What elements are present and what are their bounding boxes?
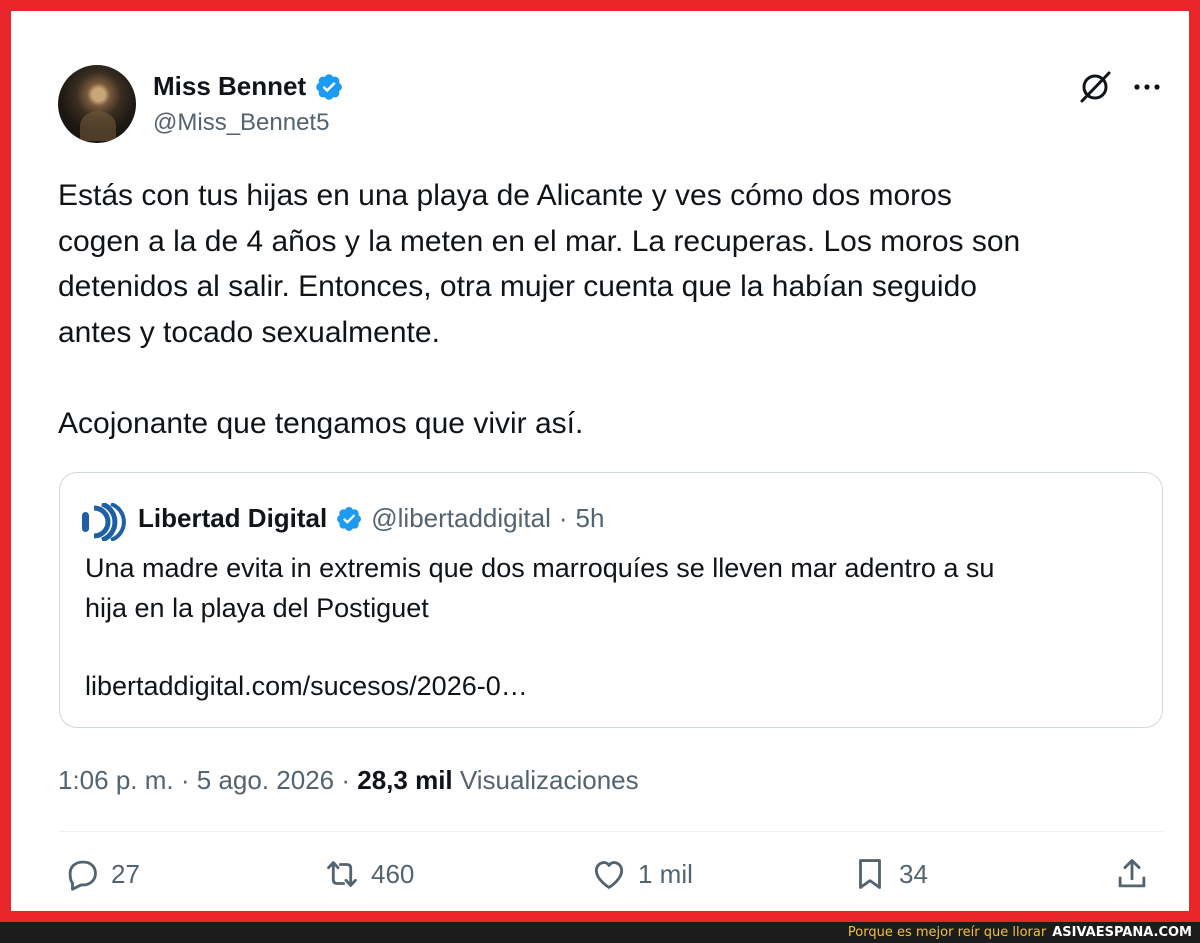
quoted-age: 5h bbox=[575, 503, 605, 533]
retweet-button[interactable]: 460 bbox=[323, 855, 414, 893]
tweet-time[interactable]: 1:06 p. m. bbox=[58, 765, 174, 795]
bookmark-button[interactable]: 34 bbox=[851, 855, 928, 893]
author-display-name[interactable]: Miss Bennet bbox=[153, 71, 306, 102]
quoted-link[interactable]: libertaddigital.com/sucesos/2026-0… bbox=[85, 671, 528, 702]
quoted-tweet[interactable]: Libertad Digital @libertaddigital · 5h U… bbox=[59, 472, 1163, 728]
red-frame: Miss Bennet @Miss_Bennet5 Estás con tus … bbox=[0, 0, 1200, 922]
footer-slogan: Porque es mejor reír que llorar bbox=[847, 925, 1047, 940]
watermark-footer: Porque es mejor reír que llorar ASIVAESP… bbox=[0, 922, 1200, 943]
meta-separator: · bbox=[341, 765, 351, 795]
libertad-digital-logo bbox=[82, 503, 126, 541]
quoted-text: Una madre evita in extremis que dos marr… bbox=[85, 553, 995, 623]
verified-badge-icon bbox=[337, 506, 362, 531]
views-count: 28,3 mil bbox=[357, 765, 453, 795]
tweet-date[interactable]: 5 ago. 2026 bbox=[197, 765, 334, 795]
views-label: Visualizaciones bbox=[459, 765, 639, 795]
reply-icon bbox=[68, 860, 97, 891]
tweet-meta: 1:06 p. m. · 5 ago. 2026 · 28,3 mil Visu… bbox=[58, 765, 639, 796]
quoted-handle[interactable]: @libertaddigital bbox=[371, 503, 551, 534]
share-icon bbox=[1118, 859, 1146, 888]
grok-icon[interactable] bbox=[1077, 69, 1113, 105]
tweet-text: Estás con tus hijas en una playa de Alic… bbox=[58, 179, 1021, 440]
bookmark-icon bbox=[859, 859, 881, 889]
footer-site[interactable]: ASIVAESPANA.COM bbox=[1052, 925, 1192, 940]
more-icon[interactable] bbox=[1131, 75, 1163, 99]
like-icon bbox=[594, 861, 624, 889]
retweet-count: 460 bbox=[371, 858, 415, 889]
action-bar: 27 460 1 mil 34 bbox=[33, 855, 1189, 905]
like-count: 1 mil bbox=[638, 858, 693, 889]
bookmark-count: 34 bbox=[899, 858, 928, 889]
share-button[interactable] bbox=[1113, 855, 1151, 893]
retweet-icon bbox=[327, 861, 357, 887]
meta-separator: · bbox=[180, 765, 190, 795]
author-handle[interactable]: @Miss_Bennet5 bbox=[153, 109, 329, 137]
divider bbox=[58, 831, 1165, 832]
author-row: Miss Bennet bbox=[153, 71, 344, 102]
verified-badge-icon bbox=[316, 73, 342, 100]
quoted-display-name[interactable]: Libertad Digital bbox=[138, 503, 327, 534]
avatar[interactable] bbox=[58, 65, 136, 143]
reply-count: 27 bbox=[111, 858, 140, 889]
like-button[interactable]: 1 mil bbox=[590, 855, 693, 893]
tweet-card: Miss Bennet @Miss_Bennet5 Estás con tus … bbox=[33, 33, 1167, 891]
reply-button[interactable]: 27 bbox=[63, 855, 140, 893]
quoted-separator: · bbox=[558, 503, 568, 533]
quoted-header: Libertad Digital @libertaddigital · 5h bbox=[138, 503, 604, 534]
